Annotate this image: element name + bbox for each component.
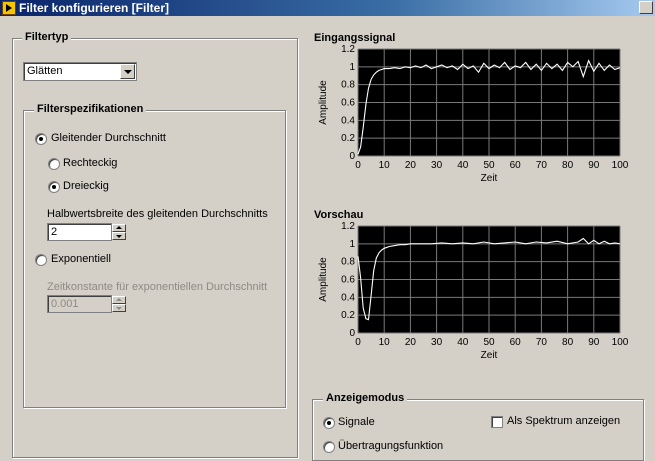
rechteckig-radio[interactable] — [48, 158, 60, 170]
y-tick-label: 0.6 — [341, 275, 355, 286]
filtertyp-selected: Glätten — [27, 65, 63, 77]
x-tick-label: 70 — [536, 337, 548, 348]
uebertragung-radio[interactable] — [323, 441, 335, 453]
vorschau-chart: Vorschau 0 10 20 30 40 50 60 70 80 90 100 0 0.2 0.4 0.6… — [314, 209, 629, 361]
signale-label: Signale — [338, 416, 375, 428]
exponentiell-label: Exponentiell — [51, 253, 111, 265]
x-tick-label: 30 — [431, 160, 443, 171]
y-tick-label: 1.2 — [341, 44, 355, 55]
x-tick-label: 0 — [355, 160, 361, 171]
x-tick-label: 10 — [379, 160, 391, 171]
y-tick-label: 0.4 — [341, 115, 355, 126]
filtertyp-dropdown[interactable]: Glätten — [23, 62, 137, 81]
y-tick-label: 0.2 — [341, 133, 355, 144]
y-tick-label: 0.2 — [341, 310, 355, 321]
x-tick-label: 20 — [405, 160, 417, 171]
anzeigemodus-label: Anzeigemodus — [323, 392, 408, 404]
y-axis-label: Amplitude — [318, 257, 329, 302]
zeitkonst-label: Zeitkonstante für exponentiellen Durchsc… — [47, 281, 268, 293]
x-tick-label: 100 — [612, 160, 629, 171]
x-tick-label: 100 — [612, 337, 629, 348]
labview-app-icon — [2, 1, 16, 15]
y-tick-label: 0 — [349, 328, 355, 339]
y-tick-label: 0.8 — [341, 80, 355, 91]
spin-up-icon — [112, 296, 126, 304]
halbwert-spinner[interactable] — [112, 224, 126, 240]
spin-down-icon — [112, 304, 126, 312]
x-tick-label: 40 — [457, 337, 469, 348]
title-bar: Filter konfigurieren [Filter] — [0, 0, 655, 16]
gleitend-label: Gleitender Durchschnitt — [51, 132, 166, 144]
signale-radio[interactable] — [323, 417, 335, 429]
x-tick-label: 50 — [483, 337, 495, 348]
y-tick-label: 0.8 — [341, 257, 355, 268]
x-tick-label: 70 — [536, 160, 548, 171]
zeitkonst-input: 0.001 — [47, 295, 112, 313]
filtertyp-label: Filtertyp — [22, 31, 72, 43]
spektrum-checkbox[interactable] — [491, 416, 503, 428]
x-tick-label: 80 — [562, 160, 574, 171]
x-tick-label: 10 — [379, 337, 391, 348]
spin-down-icon[interactable] — [112, 232, 126, 240]
x-tick-label: 30 — [431, 337, 443, 348]
x-tick-label: 60 — [510, 337, 522, 348]
spin-up-icon[interactable] — [112, 224, 126, 232]
x-tick-label: 80 — [562, 337, 574, 348]
x-tick-label: 40 — [457, 160, 469, 171]
y-tick-label: 1 — [349, 62, 355, 73]
x-tick-label: 90 — [588, 160, 600, 171]
x-tick-label: 20 — [405, 337, 417, 348]
rechteckig-label: Rechteckig — [63, 157, 118, 169]
zeitkonst-spinner — [112, 296, 126, 312]
x-axis-label: Zeit — [481, 350, 498, 361]
window-title: Filter konfigurieren [Filter] — [19, 1, 170, 15]
close-button[interactable] — [639, 1, 653, 14]
halbwert-value: 2 — [51, 226, 58, 238]
dreieckig-radio[interactable] — [48, 181, 60, 193]
spektrum-label: Als Spektrum anzeigen — [507, 415, 621, 427]
chart-title: Eingangssignal — [314, 32, 395, 44]
y-tick-label: 0.4 — [341, 292, 355, 303]
x-axis-label: Zeit — [481, 173, 498, 184]
filterspez-label: Filterspezifikationen — [34, 103, 147, 115]
x-tick-label: 0 — [355, 337, 361, 348]
chart-title: Vorschau — [314, 209, 363, 221]
y-tick-label: 1.2 — [341, 221, 355, 232]
eingangssignal-chart: Eingangssignal 0 10 20 30 40 50 60 70 80 90 100 0 0.2… — [314, 32, 629, 184]
x-tick-label: 90 — [588, 337, 600, 348]
exponentiell-radio[interactable] — [35, 254, 47, 266]
y-axis-label: Amplitude — [318, 80, 329, 125]
y-tick-label: 0 — [349, 151, 355, 162]
chevron-down-icon[interactable] — [120, 64, 135, 79]
y-tick-label: 0.6 — [341, 98, 355, 109]
halbwert-label: Halbwertsbreite des gleitenden Durchschn… — [47, 208, 268, 220]
gleitend-radio[interactable] — [35, 133, 47, 145]
halbwert-input[interactable]: 2 — [47, 223, 112, 241]
dreieckig-label: Dreieckig — [63, 180, 109, 192]
x-tick-label: 50 — [483, 160, 495, 171]
x-tick-label: 60 — [510, 160, 522, 171]
zeitkonst-value: 0.001 — [51, 298, 79, 310]
uebertragung-label: Übertragungsfunktion — [338, 440, 444, 452]
y-tick-label: 1 — [349, 239, 355, 250]
